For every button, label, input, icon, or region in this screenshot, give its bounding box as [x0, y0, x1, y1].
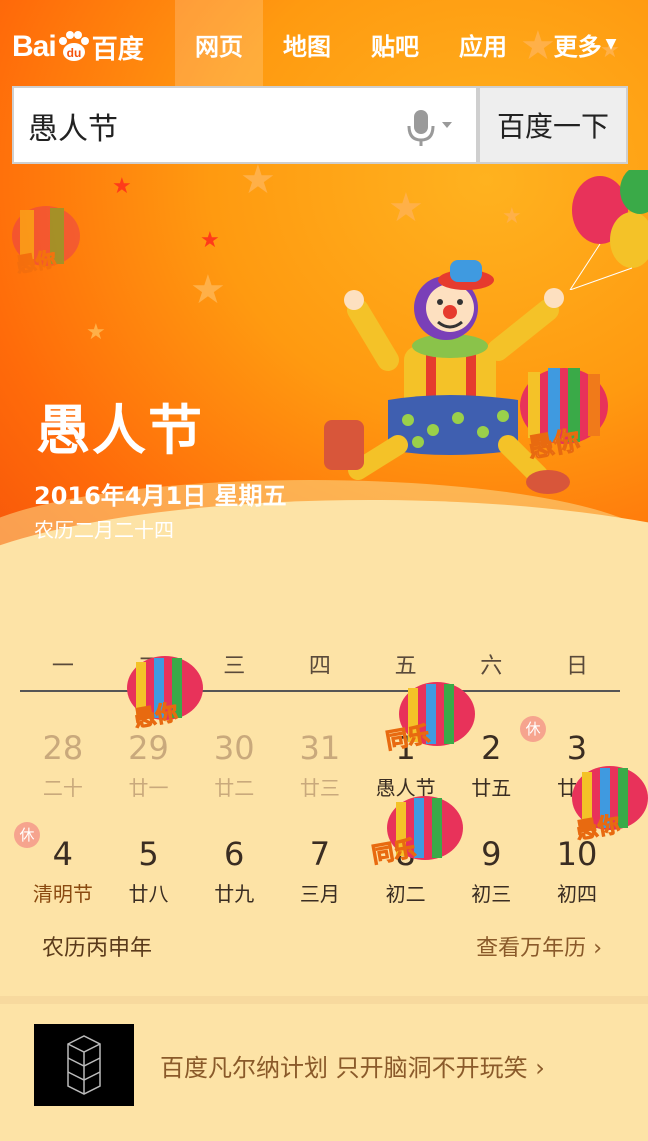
- calendar-footer: 农历丙申年 查看万年历 ›: [42, 930, 602, 962]
- day-lunar: 廿一: [128, 776, 169, 800]
- festival-lunar-date: 农历二月二十四: [34, 518, 174, 542]
- section-divider: [0, 996, 648, 1004]
- hot-air-balloon-decoration: 愚你: [124, 656, 206, 733]
- logo-text-cn: 百度: [91, 34, 144, 65]
- caret-down-icon: ▼: [605, 36, 617, 52]
- day-lunar: 廿八: [128, 882, 169, 906]
- promo-thumbnail: [34, 1024, 134, 1106]
- calendar-day[interactable]: 30 廿二: [191, 728, 277, 801]
- lunar-year: 农历丙申年: [42, 936, 153, 961]
- hot-air-balloon-decoration: 同乐: [384, 682, 478, 756]
- day-lunar: 廿三: [299, 776, 340, 800]
- festival-title: 愚人节: [36, 399, 204, 462]
- search-button[interactable]: 百度一下: [478, 86, 628, 164]
- microphone-icon[interactable]: [400, 108, 460, 148]
- day-lunar: 初四: [556, 882, 597, 906]
- star-decoration: ★: [86, 320, 106, 345]
- party-balloons: [569, 170, 648, 290]
- balloon-text: 愚你: [525, 425, 583, 465]
- calendar-day[interactable]: 5 廿八: [106, 834, 192, 907]
- calendar-day[interactable]: 6 廿九: [191, 834, 277, 907]
- day-lunar: 清明节: [32, 882, 93, 906]
- star-decoration: ★: [190, 267, 226, 313]
- balloon-text: 愚你: [14, 246, 59, 278]
- day-number: 7: [309, 835, 331, 873]
- tab-map[interactable]: 地图: [263, 0, 351, 88]
- logo-text: Bai: [12, 30, 57, 63]
- tab-label: 网页: [195, 32, 243, 61]
- svg-text:du: du: [66, 46, 81, 60]
- tab-label: 地图: [283, 32, 331, 61]
- top-nav: Bai du 百度 网页 地图 贴吧 应用 更多 ▼: [0, 0, 648, 90]
- view-almanac-link[interactable]: 查看万年历 ›: [476, 930, 602, 962]
- search-bar: 百度一下: [12, 86, 628, 168]
- search-box[interactable]: [12, 86, 478, 164]
- tab-apps[interactable]: 应用: [439, 0, 527, 88]
- calendar-divider: [20, 690, 620, 692]
- tab-label: 更多: [553, 32, 602, 61]
- weekday-label: 四: [308, 654, 331, 679]
- rest-day-badge: 休: [14, 822, 40, 848]
- calendar-week-row: 休4清明节 5廿八 6廿九 7三月 8初二 9初三 10初四: [14, 822, 620, 907]
- chevron-right-icon: ›: [535, 1054, 545, 1082]
- tab-tieba[interactable]: 贴吧: [351, 0, 439, 88]
- day-lunar: 二十: [42, 776, 83, 800]
- star-decoration: ★: [388, 185, 424, 231]
- star-decoration: ★: [502, 204, 522, 229]
- weekday-label: 日: [565, 654, 588, 679]
- day-lunar: 初二: [385, 882, 426, 906]
- day-lunar: 廿二: [214, 776, 255, 800]
- baidu-logo[interactable]: Bai du 百度: [12, 22, 144, 72]
- balloon-text: 愚你: [574, 812, 623, 845]
- tab-label: 应用: [459, 32, 507, 61]
- chevron-right-icon: ›: [593, 936, 602, 961]
- festival-date: 2016年4月1日 星期五: [34, 482, 287, 510]
- day-number: 3: [566, 729, 588, 767]
- promo-link[interactable]: 百度凡尔纳计划 只开脑洞不开玩笑 ›: [160, 1048, 545, 1083]
- hot-air-balloon-decoration: 同乐: [370, 796, 466, 870]
- star-decoration: ★: [112, 174, 132, 199]
- tab-more[interactable]: 更多 ▼: [530, 0, 640, 88]
- tab-label: 贴吧: [371, 32, 419, 61]
- weekday-header: 一 二 三 四 五 六 日: [20, 648, 620, 680]
- calendar-week-row: 28二十 29廿一 30廿二 31廿三 1愚人节 2廿五 休3廿六: [20, 716, 620, 801]
- paw-icon: du: [58, 31, 89, 61]
- day-number: 5: [138, 835, 159, 873]
- link-label: 查看万年历: [476, 936, 587, 961]
- day-number: 6: [224, 835, 245, 873]
- calendar-day[interactable]: 7 三月: [277, 834, 363, 907]
- calendar-day[interactable]: 31 廿三: [277, 728, 363, 801]
- search-input[interactable]: [28, 106, 388, 146]
- tab-web[interactable]: 网页: [175, 0, 263, 88]
- hot-air-balloon-decoration: 愚你: [570, 766, 648, 845]
- day-lunar: 初三: [471, 882, 512, 906]
- day-number: 28: [42, 729, 84, 767]
- weekday-label: 一: [51, 654, 74, 679]
- promo-label: 百度凡尔纳计划 只开脑洞不开玩笑: [160, 1054, 528, 1082]
- day-number: 30: [213, 729, 255, 767]
- calendar-day[interactable]: 28 二十: [20, 728, 106, 801]
- balloon-text: 愚你: [132, 700, 181, 733]
- festival-banner[interactable]: ★ ★ ★ ★ ★ ★ ★ ★ ★ Bai du 百度 网页 地图 贴吧 应用 …: [0, 0, 648, 600]
- day-lunar: 廿九: [214, 882, 255, 906]
- day-number: 29: [128, 729, 169, 767]
- calendar-day[interactable]: 10 初四: [534, 834, 620, 907]
- star-decoration: ★: [200, 228, 220, 253]
- hot-air-balloon-decoration: 愚你: [6, 204, 86, 288]
- rest-day-badge: 休: [520, 716, 547, 742]
- day-number: 31: [299, 729, 341, 767]
- promo-banner[interactable]: 百度凡尔纳计划 只开脑洞不开玩笑 ›: [0, 1004, 648, 1141]
- calendar-day[interactable]: 休 4 清明节: [14, 822, 106, 907]
- calendar-day[interactable]: 29 廿一: [106, 728, 192, 801]
- wireframe-cube-icon: [67, 1035, 101, 1095]
- weekday-label: 五: [394, 654, 417, 679]
- weekday-label: 六: [480, 654, 503, 679]
- hot-air-balloon-decoration: 愚你: [514, 366, 614, 465]
- day-lunar: 三月: [299, 882, 340, 906]
